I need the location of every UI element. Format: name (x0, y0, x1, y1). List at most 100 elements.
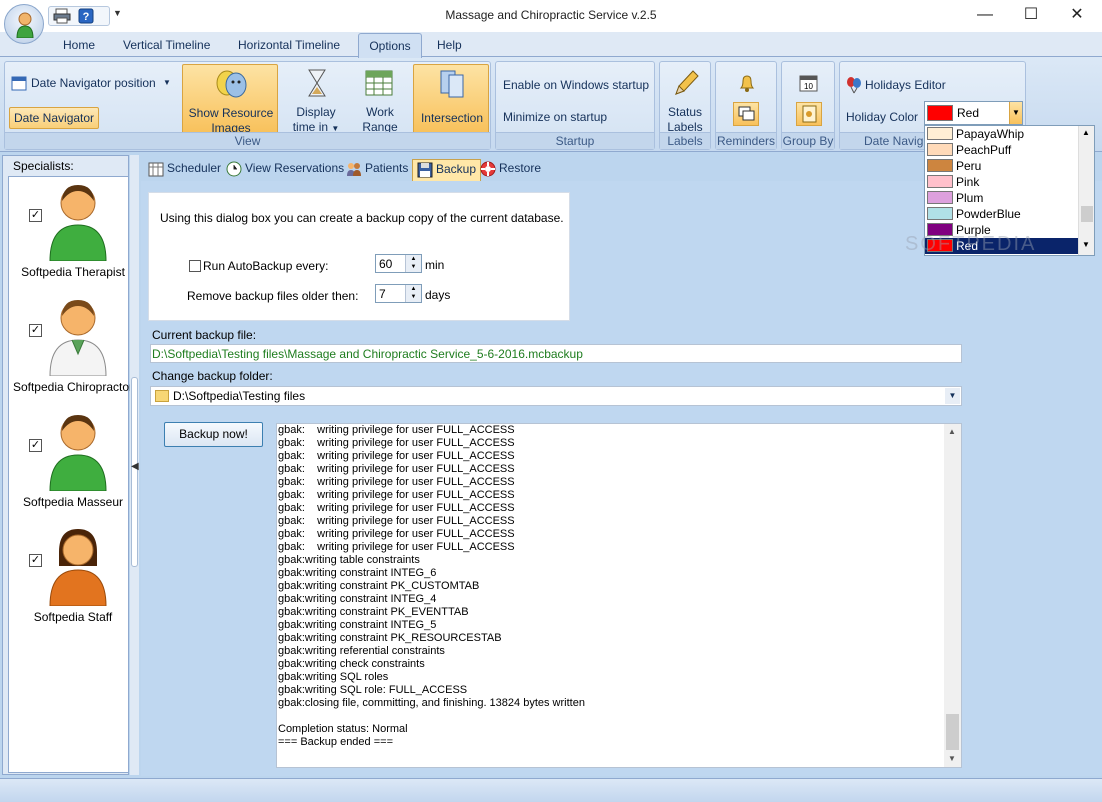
scroll-down-icon[interactable]: ▼ (948, 754, 956, 763)
chevron-down-icon[interactable]: ▼ (1009, 102, 1022, 124)
person-icon (16, 12, 34, 38)
tab-options[interactable]: Options (358, 33, 422, 58)
person-icon (49, 300, 107, 376)
specialist-checkbox[interactable]: ✓ (29, 554, 42, 567)
intersection-button[interactable]: Intersection (413, 64, 489, 134)
holiday-color-value: Red (957, 106, 980, 120)
tab-view-reservations[interactable]: View Reservations (222, 159, 348, 181)
scroll-up-icon[interactable]: ▲ (948, 427, 956, 436)
log-line: === Backup ended === (278, 736, 393, 748)
specialists-panel: Specialists: ✓ Softpedia Therapist ✓ Sof… (2, 155, 133, 775)
log-line: gbak:writing constraint PK_RESOURCESTAB (278, 632, 502, 644)
specialist-checkbox[interactable]: ✓ (29, 439, 42, 452)
reminders-window-button[interactable] (733, 102, 759, 126)
log-line: gbak: writing privilege for user FULL_AC… (278, 476, 515, 488)
spin-arrows-icon[interactable]: ▲ ▼ (405, 285, 421, 302)
date-navigator-button[interactable]: Date Navigator (9, 107, 100, 129)
date-nav-position-button[interactable]: Date Navigator position (31, 76, 156, 91)
log-line: gbak: writing privilege for user FULL_AC… (278, 502, 515, 514)
application-menu-button[interactable] (4, 4, 44, 44)
specialist-item[interactable]: ✓ Softpedia Therapist (9, 177, 129, 287)
display-time-in-button[interactable]: Display time in ▼ (281, 64, 351, 134)
backup-now-button[interactable]: Backup now! (164, 422, 263, 447)
log-line: gbak:closing file, committing, and finis… (278, 697, 585, 709)
log-scrollbar[interactable]: ▲ ▼ (944, 424, 961, 767)
folder-icon (155, 390, 169, 402)
specialist-checkbox[interactable]: ✓ (29, 324, 42, 337)
spin-arrows-icon[interactable]: ▲ ▼ (405, 255, 421, 272)
group-by-button[interactable] (796, 102, 822, 126)
collapse-sidebar-icon[interactable]: ◀ (131, 461, 139, 472)
tab-help[interactable]: Help (437, 38, 462, 52)
log-line: gbak:writing SQL role: FULL_ACCESS (278, 684, 468, 696)
color-option[interactable]: PeachPuff (925, 142, 1078, 158)
auto-backup-interval-value: 60 (379, 257, 393, 271)
spreadsheet-icon (365, 70, 393, 96)
log-line: gbak:writing SQL roles (278, 671, 389, 683)
backup-log[interactable]: gbak: writing privilege for user FULL_AC… (276, 423, 962, 768)
enable-windows-startup-button[interactable]: Enable on Windows startup (503, 78, 649, 93)
scroll-down-icon[interactable]: ▼ (1082, 240, 1090, 249)
scrollbar-thumb[interactable] (1081, 206, 1093, 222)
color-swatch (927, 175, 953, 188)
specialist-name: Softpedia Chiropractor (12, 380, 134, 394)
person-icon (49, 185, 107, 261)
status-labels-button[interactable]: Status Labels (660, 64, 710, 134)
calendar-day-icon[interactable]: 10 (799, 74, 819, 95)
color-option[interactable]: Peru (925, 158, 1078, 174)
color-list-scrollbar[interactable]: ▲ ▼ (1078, 126, 1094, 255)
current-backup-file-field[interactable]: D:\Softpedia\Testing files\Massage and C… (150, 344, 962, 363)
specialist-item[interactable]: ✓ Softpedia Chiropractor (9, 292, 133, 402)
color-swatch (927, 143, 953, 156)
tab-backup[interactable]: Backup (412, 159, 482, 181)
remove-backup-days-spinner[interactable]: 7 ▲ ▼ (375, 284, 422, 303)
person-icon (49, 529, 107, 606)
splitter-handle[interactable] (131, 377, 138, 567)
minimize-button[interactable]: — (962, 0, 1008, 30)
remove-backup-label: Remove backup files older then: (187, 289, 359, 303)
tab-patients[interactable]: Patients (342, 159, 412, 181)
backup-description: Using this dialog box you can create a b… (160, 211, 564, 225)
calendar-icon (11, 75, 27, 94)
reminders-group-label: Reminders (716, 132, 776, 149)
backup-folder-select[interactable]: D:\Softpedia\Testing files ▼ (150, 386, 962, 406)
show-resource-images-button[interactable]: Show Resource Images (182, 64, 278, 135)
color-option[interactable]: Plum (925, 190, 1078, 206)
pencil-icon (675, 70, 699, 95)
log-line: gbak: writing privilege for user FULL_AC… (278, 450, 515, 462)
auto-backup-interval-spinner[interactable]: 60 ▲ ▼ (375, 254, 422, 273)
startup-group-label: Startup (496, 132, 654, 149)
hourglass-icon (308, 69, 326, 97)
ribbon-tab-bar: Home Vertical Timeline Horizontal Timeli… (0, 32, 1102, 57)
color-option[interactable]: PapayaWhip (925, 126, 1078, 142)
specialist-checkbox[interactable]: ✓ (29, 209, 42, 222)
specialist-item[interactable]: ✓ Softpedia Staff (9, 522, 129, 632)
specialist-name: Softpedia Staff (33, 610, 113, 624)
tab-scheduler[interactable]: Scheduler (144, 159, 225, 181)
color-option[interactable]: Pink (925, 174, 1078, 190)
scrollbar-thumb[interactable] (946, 714, 959, 750)
auto-backup-checkbox[interactable] (189, 260, 201, 272)
tab-restore[interactable]: Restore (476, 159, 545, 181)
chevron-down-icon[interactable]: ▼ (945, 388, 960, 404)
specialist-item[interactable]: ✓ Softpedia Masseur (9, 407, 129, 517)
color-option[interactable]: PowderBlue (925, 206, 1078, 222)
color-swatch (927, 207, 953, 220)
holiday-color-select[interactable]: Red ▼ (924, 101, 1023, 125)
svg-text:10: 10 (804, 82, 813, 91)
startup-group: Enable on Windows startup Minimize on st… (495, 61, 655, 150)
bell-icon[interactable] (738, 74, 756, 95)
scroll-up-icon[interactable]: ▲ (1082, 128, 1090, 137)
person-icon (49, 415, 107, 491)
tab-vertical-timeline[interactable]: Vertical Timeline (123, 38, 210, 52)
view-group-label: View (5, 132, 490, 149)
work-range-button[interactable]: Work Range (355, 64, 405, 134)
specialist-name: Softpedia Therapist (21, 265, 125, 279)
holidays-editor-button[interactable]: Holidays Editor (865, 78, 946, 93)
tab-home[interactable]: Home (63, 38, 95, 52)
tab-horizontal-timeline[interactable]: Horizontal Timeline (238, 38, 340, 52)
close-button[interactable]: ✕ (1054, 0, 1100, 30)
minimize-on-startup-button[interactable]: Minimize on startup (503, 110, 607, 125)
maximize-button[interactable]: ☐ (1008, 0, 1054, 30)
